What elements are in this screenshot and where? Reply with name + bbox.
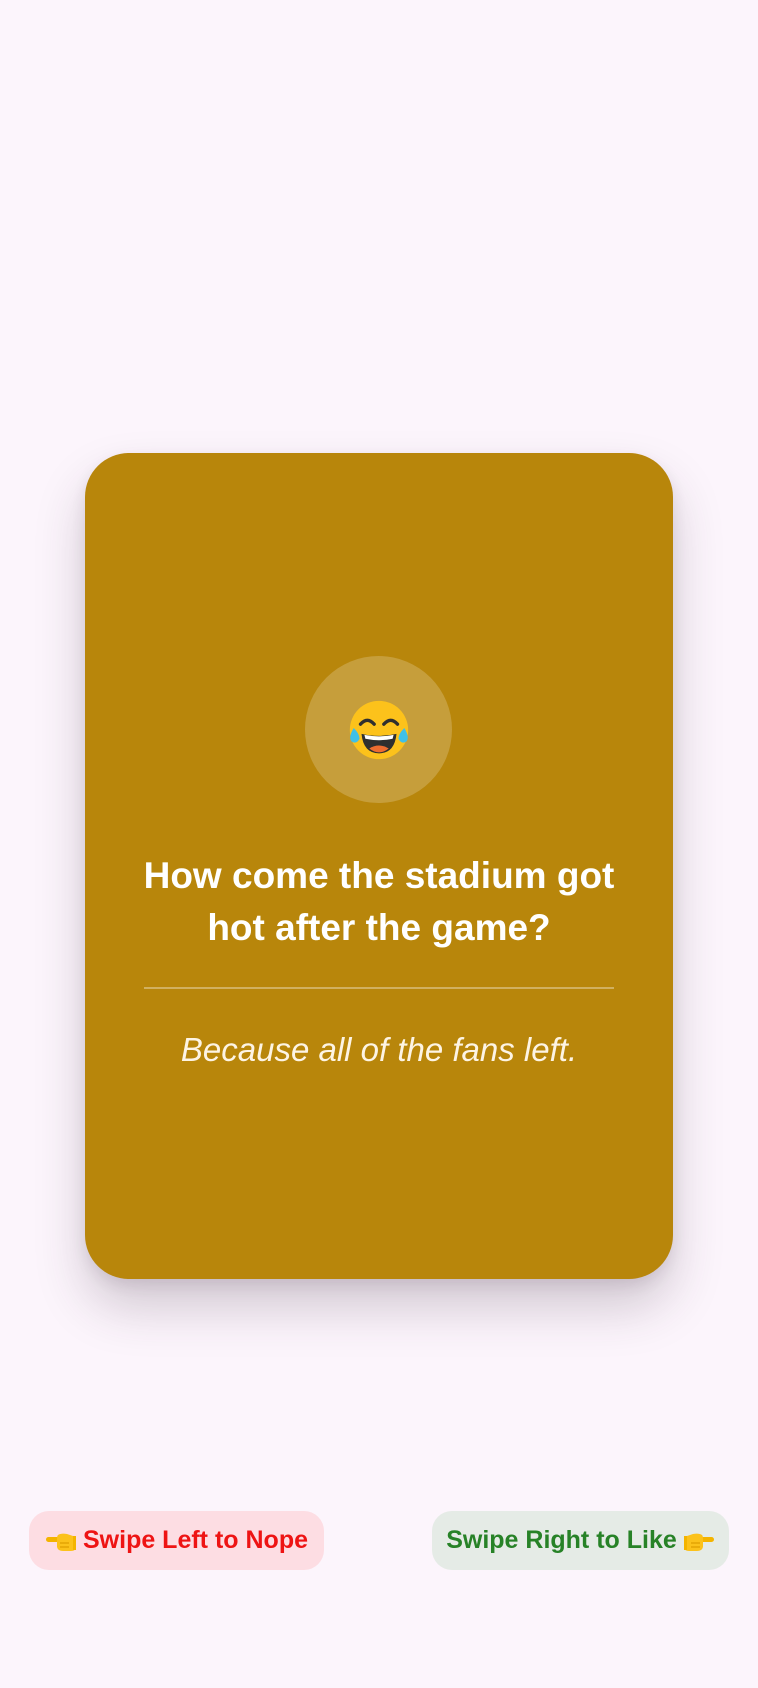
swipe-left-nope-button[interactable]: Swipe Left to Nope <box>29 1511 324 1570</box>
pointing-left-hand-icon <box>45 1528 77 1554</box>
emoji-badge <box>305 656 452 803</box>
laughing-emoji-icon <box>349 700 408 759</box>
divider <box>144 987 614 989</box>
joke-card[interactable]: How come the stadium got hot after the g… <box>85 453 673 1279</box>
swipe-left-label: Swipe Left to Nope <box>83 1526 308 1554</box>
joke-question: How come the stadium got hot after the g… <box>143 855 615 948</box>
pointing-right-hand-icon <box>683 1528 715 1554</box>
swipe-right-like-button[interactable]: Swipe Right to Like <box>432 1511 729 1570</box>
swipe-right-label: Swipe Right to Like <box>446 1526 677 1554</box>
joke-answer: Because all of the fans left. <box>180 1031 578 1068</box>
